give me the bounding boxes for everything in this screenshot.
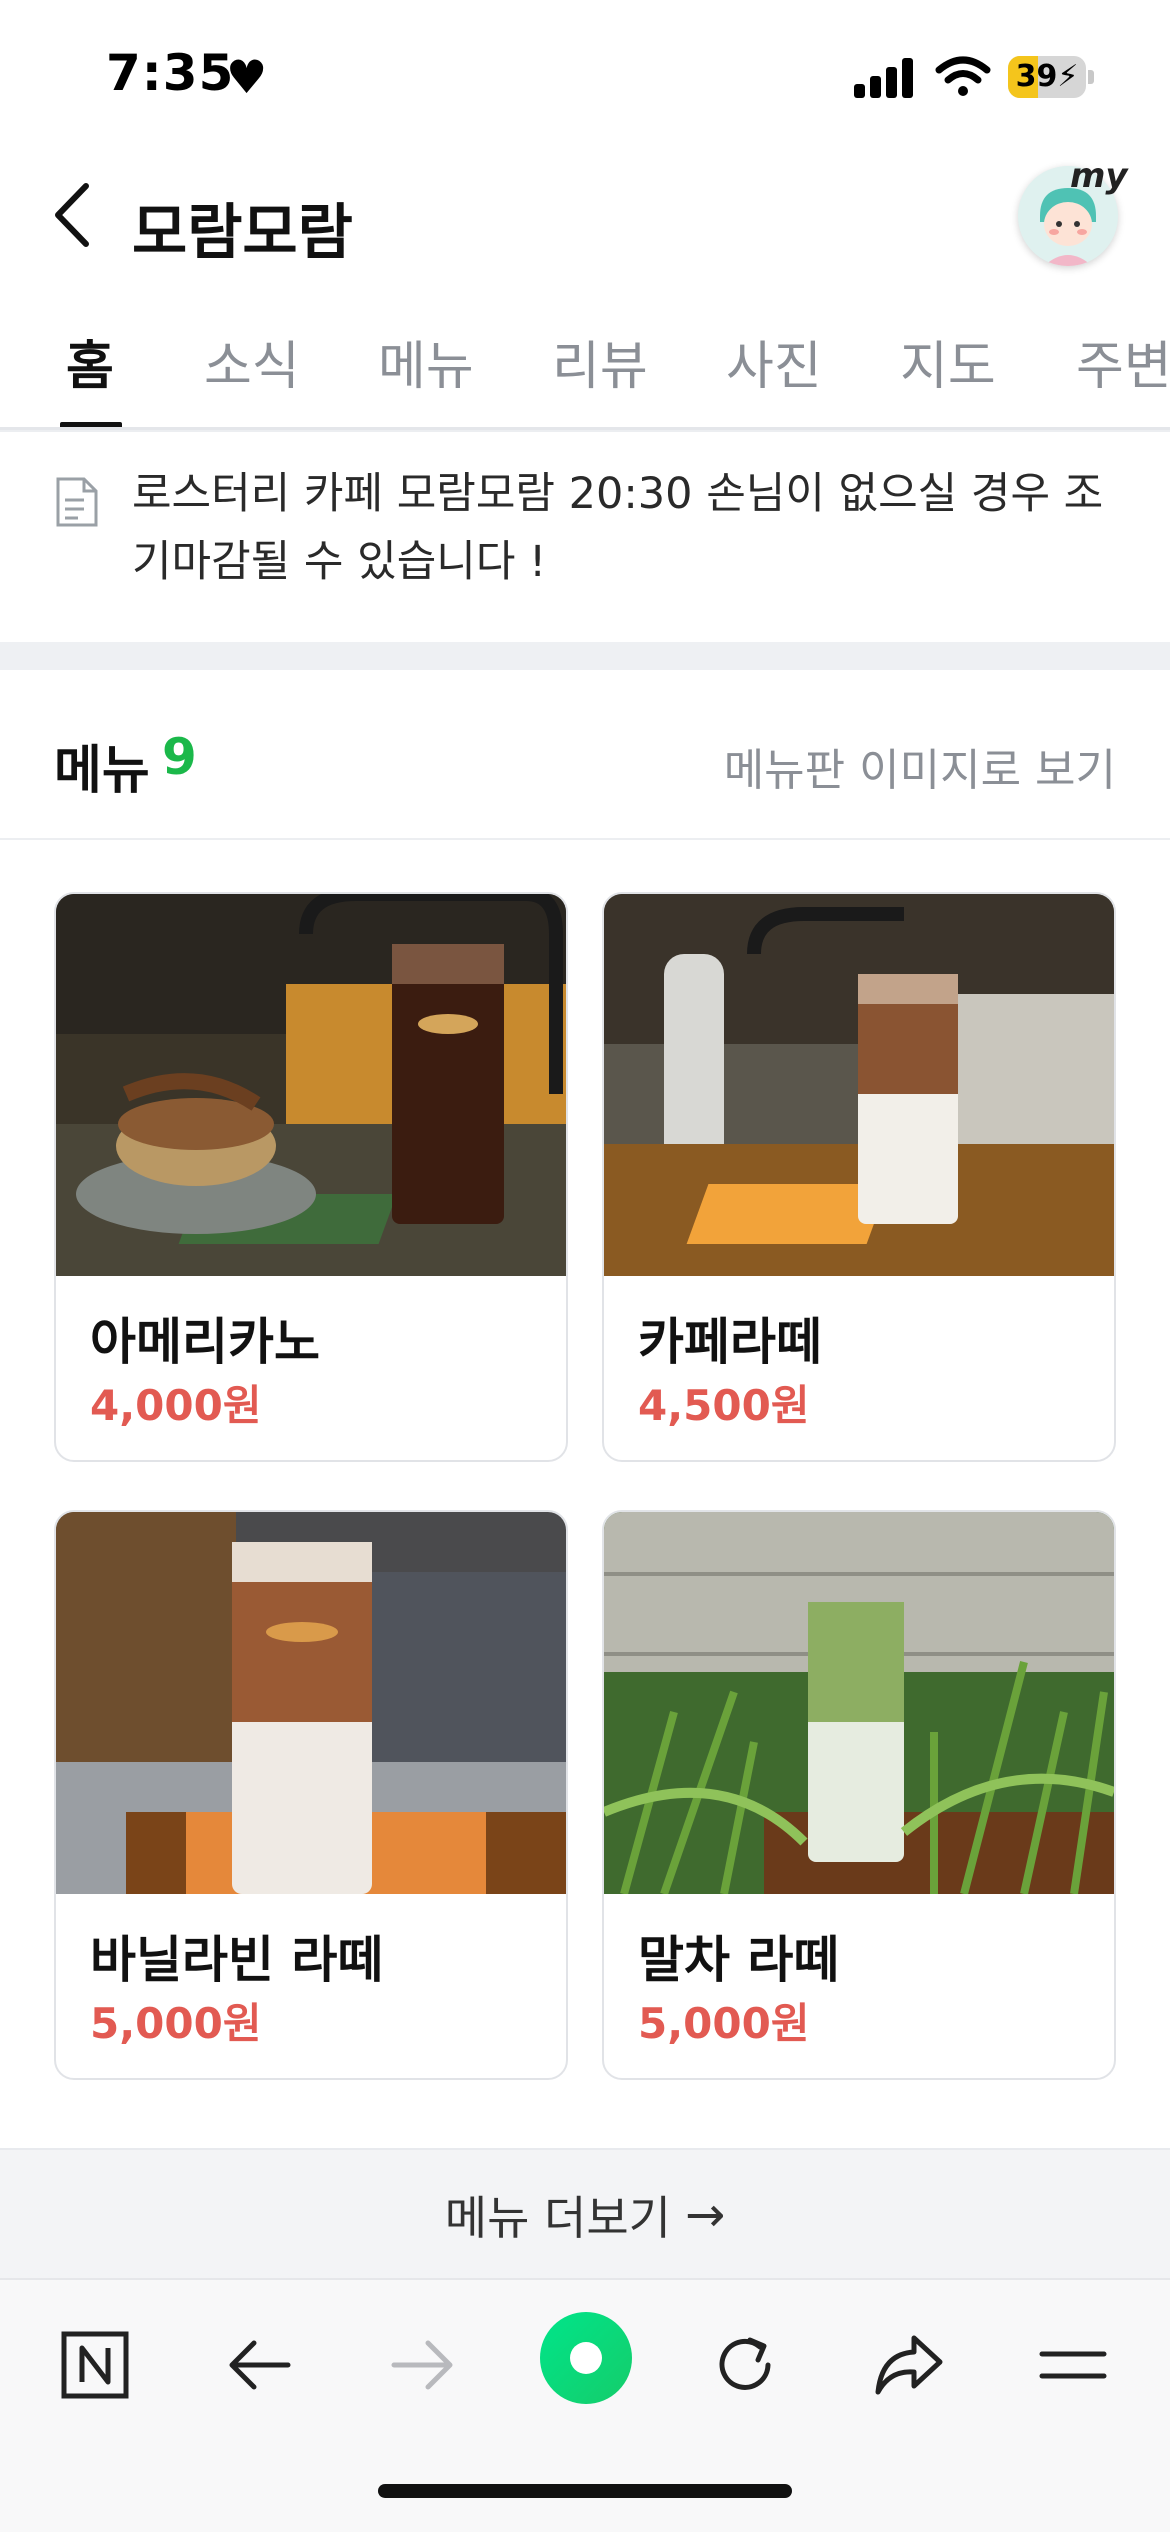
green-dot-icon [540, 2312, 632, 2404]
wifi-icon [935, 56, 991, 96]
header: 모람모람 my [0, 150, 1170, 280]
menu-item-price: 4,000원 [90, 1381, 262, 1430]
tab-bar: 홈 소식 메뉴 리뷰 사진 지도 주변 [0, 290, 1170, 430]
menu-button[interactable] [1028, 2320, 1118, 2410]
menu-section-header: 메뉴 9 메뉴판 이미지로 보기 [0, 670, 1170, 840]
naver-n-icon [61, 2331, 129, 2399]
refresh-icon [719, 2337, 771, 2390]
green-dot-button[interactable] [536, 2308, 636, 2408]
menu-section-title: 메뉴 [54, 741, 150, 801]
arrow-right-icon: → [685, 2187, 726, 2243]
status-bar: 7:35 ♥ 39⚡ [0, 0, 1170, 150]
tab-news[interactable]: 소식 [204, 324, 300, 399]
menu-card[interactable]: 말차 라떼 5,000원 [602, 1510, 1116, 2080]
cafe-latte-photo [604, 894, 1114, 1276]
battery-level: 39 [1015, 59, 1058, 94]
forward-arrow-icon [391, 2340, 453, 2390]
back-arrow-icon [229, 2340, 291, 2390]
menu-count: 9 [162, 728, 197, 786]
home-indicator [378, 2484, 792, 2498]
matcha-latte-photo [604, 1512, 1114, 1894]
menu-item-name: 카페라떼 [638, 1313, 822, 1371]
battery-icon: 39⚡ [1008, 56, 1094, 98]
more-menu-label: 메뉴 더보기 [444, 2191, 671, 2245]
status-time: 7:35 [106, 44, 235, 102]
menu-item-price: 4,500원 [638, 1381, 810, 1430]
tab-photos[interactable]: 사진 [726, 324, 822, 399]
menu-item-name: 말차 라떼 [638, 1931, 840, 1989]
menu-board-image-link[interactable]: 메뉴판 이미지로 보기 [724, 734, 1116, 798]
tab-reviews[interactable]: 리뷰 [552, 324, 648, 399]
menu-item-price: 5,000원 [90, 1999, 262, 2048]
cellular-signal-icon [854, 58, 914, 98]
refresh-button[interactable] [700, 2320, 790, 2410]
page-title: 모람모람 [132, 198, 353, 268]
section-divider [0, 642, 1170, 670]
heart-icon: ♥ [226, 50, 268, 104]
share-button[interactable] [864, 2320, 954, 2410]
notice-document-icon [56, 477, 98, 527]
forward-button[interactable] [378, 2320, 468, 2410]
more-menu-band: 메뉴 더보기 → [0, 2148, 1170, 2278]
share-icon [875, 2335, 943, 2395]
menu-card[interactable]: 아메리카노 4,000원 [54, 892, 568, 1462]
vanilla-bean-latte-photo [56, 1512, 566, 1894]
tab-home[interactable]: 홈 [66, 324, 114, 399]
menu-item-name: 바닐라빈 라떼 [90, 1931, 384, 1989]
menu-card[interactable]: 바닐라빈 라떼 5,000원 [54, 1510, 568, 2080]
more-menu-button[interactable]: 메뉴 더보기 → [0, 2150, 1170, 2280]
menu-card[interactable]: 카페라떼 4,500원 [602, 892, 1116, 1462]
tab-nearby[interactable]: 주변 [1076, 324, 1170, 399]
back-chevron-icon[interactable] [48, 180, 96, 250]
tab-menu[interactable]: 메뉴 [378, 324, 474, 399]
notice-text: 로스터리 카페 모람모람 20:30 손님이 없으실 경우 조기마감될 수 있습… [132, 469, 1104, 587]
my-label: my [1070, 156, 1128, 196]
notice[interactable]: 로스터리 카페 모람모람 20:30 손님이 없으실 경우 조기마감될 수 있습… [0, 430, 1170, 642]
back-button[interactable] [214, 2320, 304, 2410]
active-tab-indicator [60, 422, 122, 427]
menu-icon [1039, 2351, 1107, 2379]
menu-item-price: 5,000원 [638, 1999, 810, 2048]
americano-photo [56, 894, 566, 1276]
naver-n-button[interactable] [50, 2320, 140, 2410]
menu-item-name: 아메리카노 [90, 1313, 320, 1371]
tab-map[interactable]: 지도 [900, 324, 996, 399]
